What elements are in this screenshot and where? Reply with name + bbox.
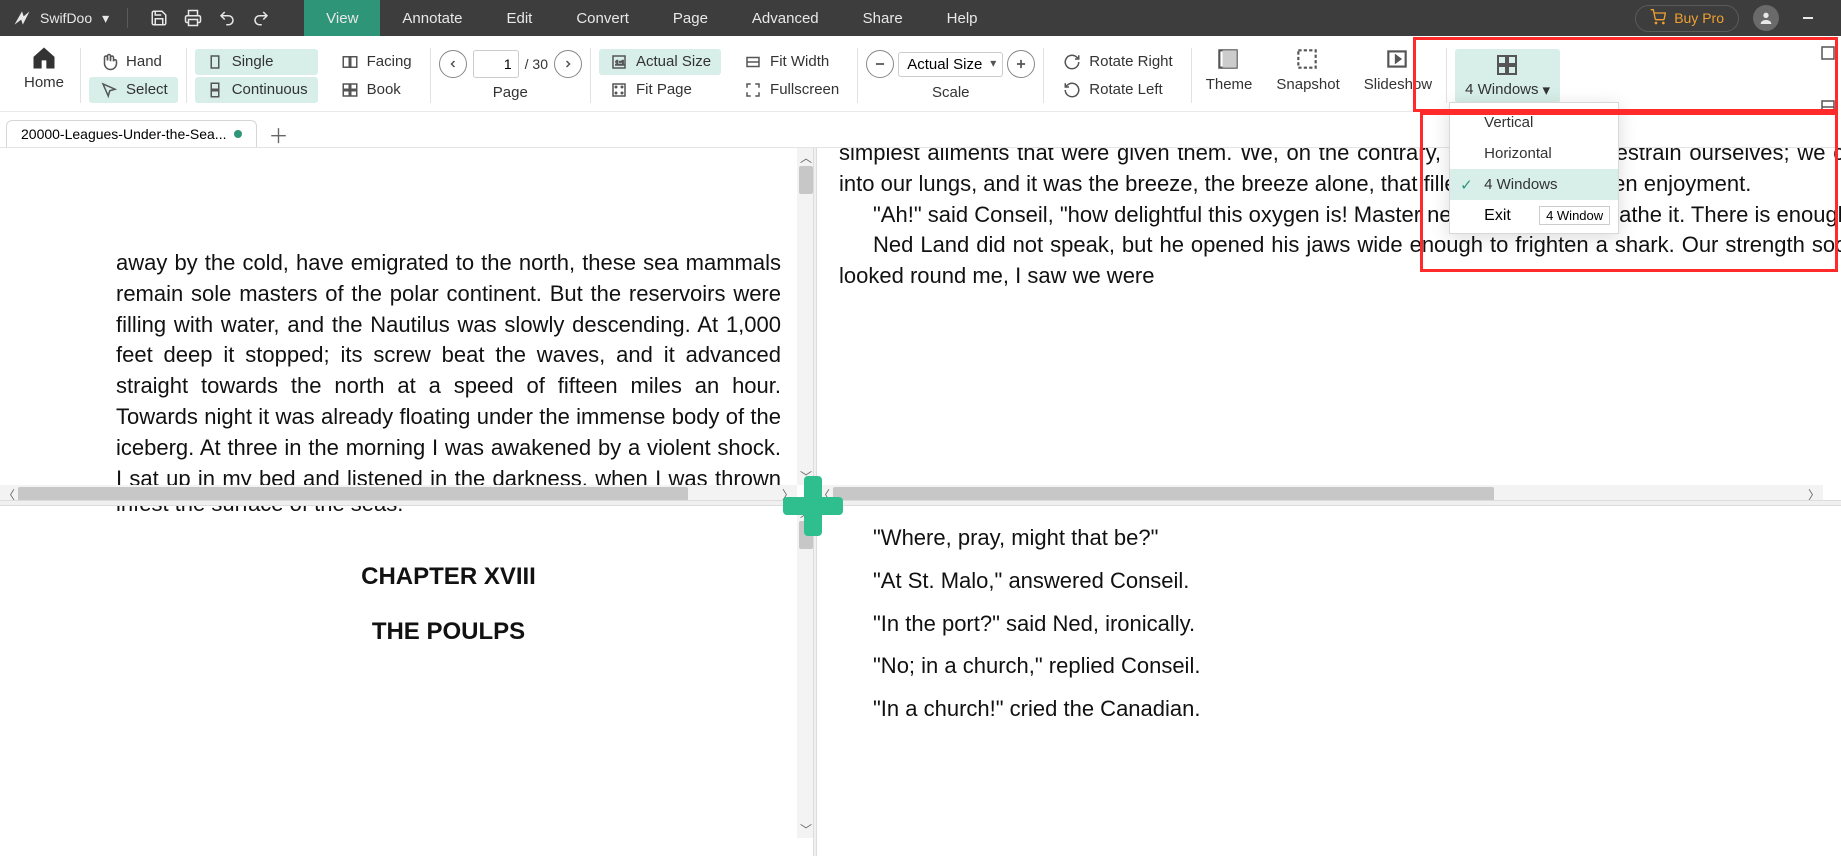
cursor-icon <box>99 80 119 100</box>
pane-bottom-left: infest the surface of the seas. CHAPTER … <box>0 503 815 856</box>
right-side-toolbar <box>1815 40 1841 120</box>
undo-button[interactable] <box>214 5 240 31</box>
select-tool[interactable]: Select <box>89 77 178 103</box>
zoom-in-button[interactable] <box>1007 50 1035 78</box>
menu-help[interactable]: Help <box>925 0 1000 36</box>
actual-size-icon: 1:1 <box>609 52 629 72</box>
snapshot-button[interactable]: Snapshot <box>1264 42 1351 109</box>
menu-annotate[interactable]: Annotate <box>380 0 484 36</box>
document-content[interactable]: away by the cold, have emigrated to the … <box>92 248 805 485</box>
zoom-out-button[interactable] <box>866 50 894 78</box>
theme-label: Theme <box>1206 76 1253 93</box>
book-button[interactable]: Book <box>330 77 422 103</box>
windows-vertical-option[interactable]: Vertical <box>1450 107 1618 138</box>
menu-view[interactable]: View <box>304 0 380 36</box>
fullscreen-button[interactable]: Fullscreen <box>733 77 849 103</box>
menu-share[interactable]: Share <box>841 0 925 36</box>
fit-width-icon <box>743 52 763 72</box>
app-menu-dropdown-icon[interactable]: ▾ <box>102 10 109 27</box>
pane-top-right: simplest aliments that were given them. … <box>815 148 1841 503</box>
title-bar: SwifDoo ▾ View Annotate Edit Convert Pag… <box>0 0 1841 36</box>
pane-top-left: away by the cold, have emigrated to the … <box>0 148 815 503</box>
windows-horizontal-option[interactable]: Horizontal <box>1450 138 1618 169</box>
chevron-down-icon: ▾ <box>1543 81 1551 99</box>
menu-convert[interactable]: Convert <box>554 0 651 36</box>
facing-icon <box>340 52 360 72</box>
book-icon <box>340 80 360 100</box>
user-avatar[interactable] <box>1753 5 1779 31</box>
snapshot-label: Snapshot <box>1276 76 1339 93</box>
snapshot-icon <box>1294 46 1322 72</box>
home-label: Home <box>24 74 64 91</box>
print-button[interactable] <box>180 5 206 31</box>
redo-button[interactable] <box>248 5 274 31</box>
page-group-label: Page <box>493 84 528 101</box>
app-logo-icon <box>12 8 32 28</box>
buy-pro-label: Buy Pro <box>1674 10 1724 26</box>
scale-select[interactable]: Actual Size <box>898 52 1003 77</box>
continuous-icon <box>205 80 225 100</box>
ribbon-toolbar: Home Hand Select Single Continuous Facin… <box>0 36 1841 112</box>
rotate-left-icon <box>1062 80 1082 100</box>
facing-button[interactable]: Facing <box>330 49 422 75</box>
single-page-icon <box>205 52 225 72</box>
tab-title: 20000-Leagues-Under-the-Sea... <box>21 126 226 142</box>
svg-text:1:1: 1:1 <box>615 60 625 67</box>
rotate-right-button[interactable]: Rotate Right <box>1052 49 1182 75</box>
page-total: / 30 <box>525 56 548 72</box>
menu-edit[interactable]: Edit <box>484 0 554 36</box>
prev-page-button[interactable] <box>439 50 467 78</box>
theme-icon <box>1215 46 1243 72</box>
chapter-heading: CHAPTER XVIII <box>116 560 781 594</box>
menu-page[interactable]: Page <box>651 0 730 36</box>
hand-icon <box>99 52 119 72</box>
document-content[interactable]: simplest aliments that were given them. … <box>815 148 1841 292</box>
document-tab[interactable]: 20000-Leagues-Under-the-Sea... <box>6 120 257 147</box>
fit-page-icon <box>609 80 629 100</box>
pane-divider-horizontal[interactable] <box>0 500 1841 506</box>
document-panes: away by the cold, have emigrated to the … <box>0 148 1841 856</box>
pane-bottom-right: "Where, pray, might that be?" "At St. Ma… <box>815 503 1841 856</box>
hand-tool[interactable]: Hand <box>89 49 178 75</box>
theme-button[interactable]: Theme <box>1194 42 1265 109</box>
four-windows-icon <box>1494 53 1522 77</box>
actual-size-button[interactable]: 1:1Actual Size <box>599 49 721 75</box>
rotate-right-icon <box>1062 52 1082 72</box>
windows-label: 4 Windows <box>1465 81 1538 98</box>
new-tab-button[interactable]: ＋ <box>265 121 291 147</box>
document-content[interactable]: "Where, pray, might that be?" "At St. Ma… <box>815 523 1841 737</box>
page-number-input[interactable] <box>473 50 519 78</box>
main-menu: View Annotate Edit Convert Page Advanced… <box>304 0 999 36</box>
buy-pro-button[interactable]: Buy Pro <box>1635 5 1739 32</box>
fit-page-button[interactable]: Fit Page <box>599 77 721 103</box>
app-name: SwifDoo <box>40 10 92 26</box>
minimize-button[interactable] <box>1793 3 1823 33</box>
save-button[interactable] <box>146 5 172 31</box>
windows-exit-tag: 4 Window <box>1539 206 1610 225</box>
windows-split-button[interactable]: 4 Windows ▾ <box>1455 49 1560 103</box>
single-page-button[interactable]: Single <box>195 49 318 75</box>
menu-advanced[interactable]: Advanced <box>730 0 841 36</box>
slideshow-button[interactable]: Slideshow <box>1352 42 1444 109</box>
windows-four-option[interactable]: 4 Windows <box>1450 169 1618 200</box>
windows-exit-option[interactable]: Exit <box>1484 207 1511 225</box>
home-button[interactable]: Home <box>10 42 78 109</box>
document-content[interactable]: infest the surface of the seas. CHAPTER … <box>92 503 805 649</box>
side-tool-1[interactable] <box>1815 40 1841 66</box>
fullscreen-icon <box>743 80 763 100</box>
slideshow-label: Slideshow <box>1364 76 1432 93</box>
scale-group-label: Scale <box>932 84 970 101</box>
cart-icon <box>1650 9 1666 28</box>
side-tool-2[interactable] <box>1815 94 1841 120</box>
next-page-button[interactable] <box>554 50 582 78</box>
windows-dropdown: Vertical Horizontal 4 Windows Exit 4 Win… <box>1449 102 1619 234</box>
home-icon <box>30 44 58 72</box>
fit-width-button[interactable]: Fit Width <box>733 49 849 75</box>
slideshow-icon <box>1384 46 1412 72</box>
continuous-button[interactable]: Continuous <box>195 77 318 103</box>
rotate-left-button[interactable]: Rotate Left <box>1052 77 1182 103</box>
modified-indicator-icon <box>234 130 242 138</box>
chapter-title: THE POULPS <box>116 615 781 649</box>
